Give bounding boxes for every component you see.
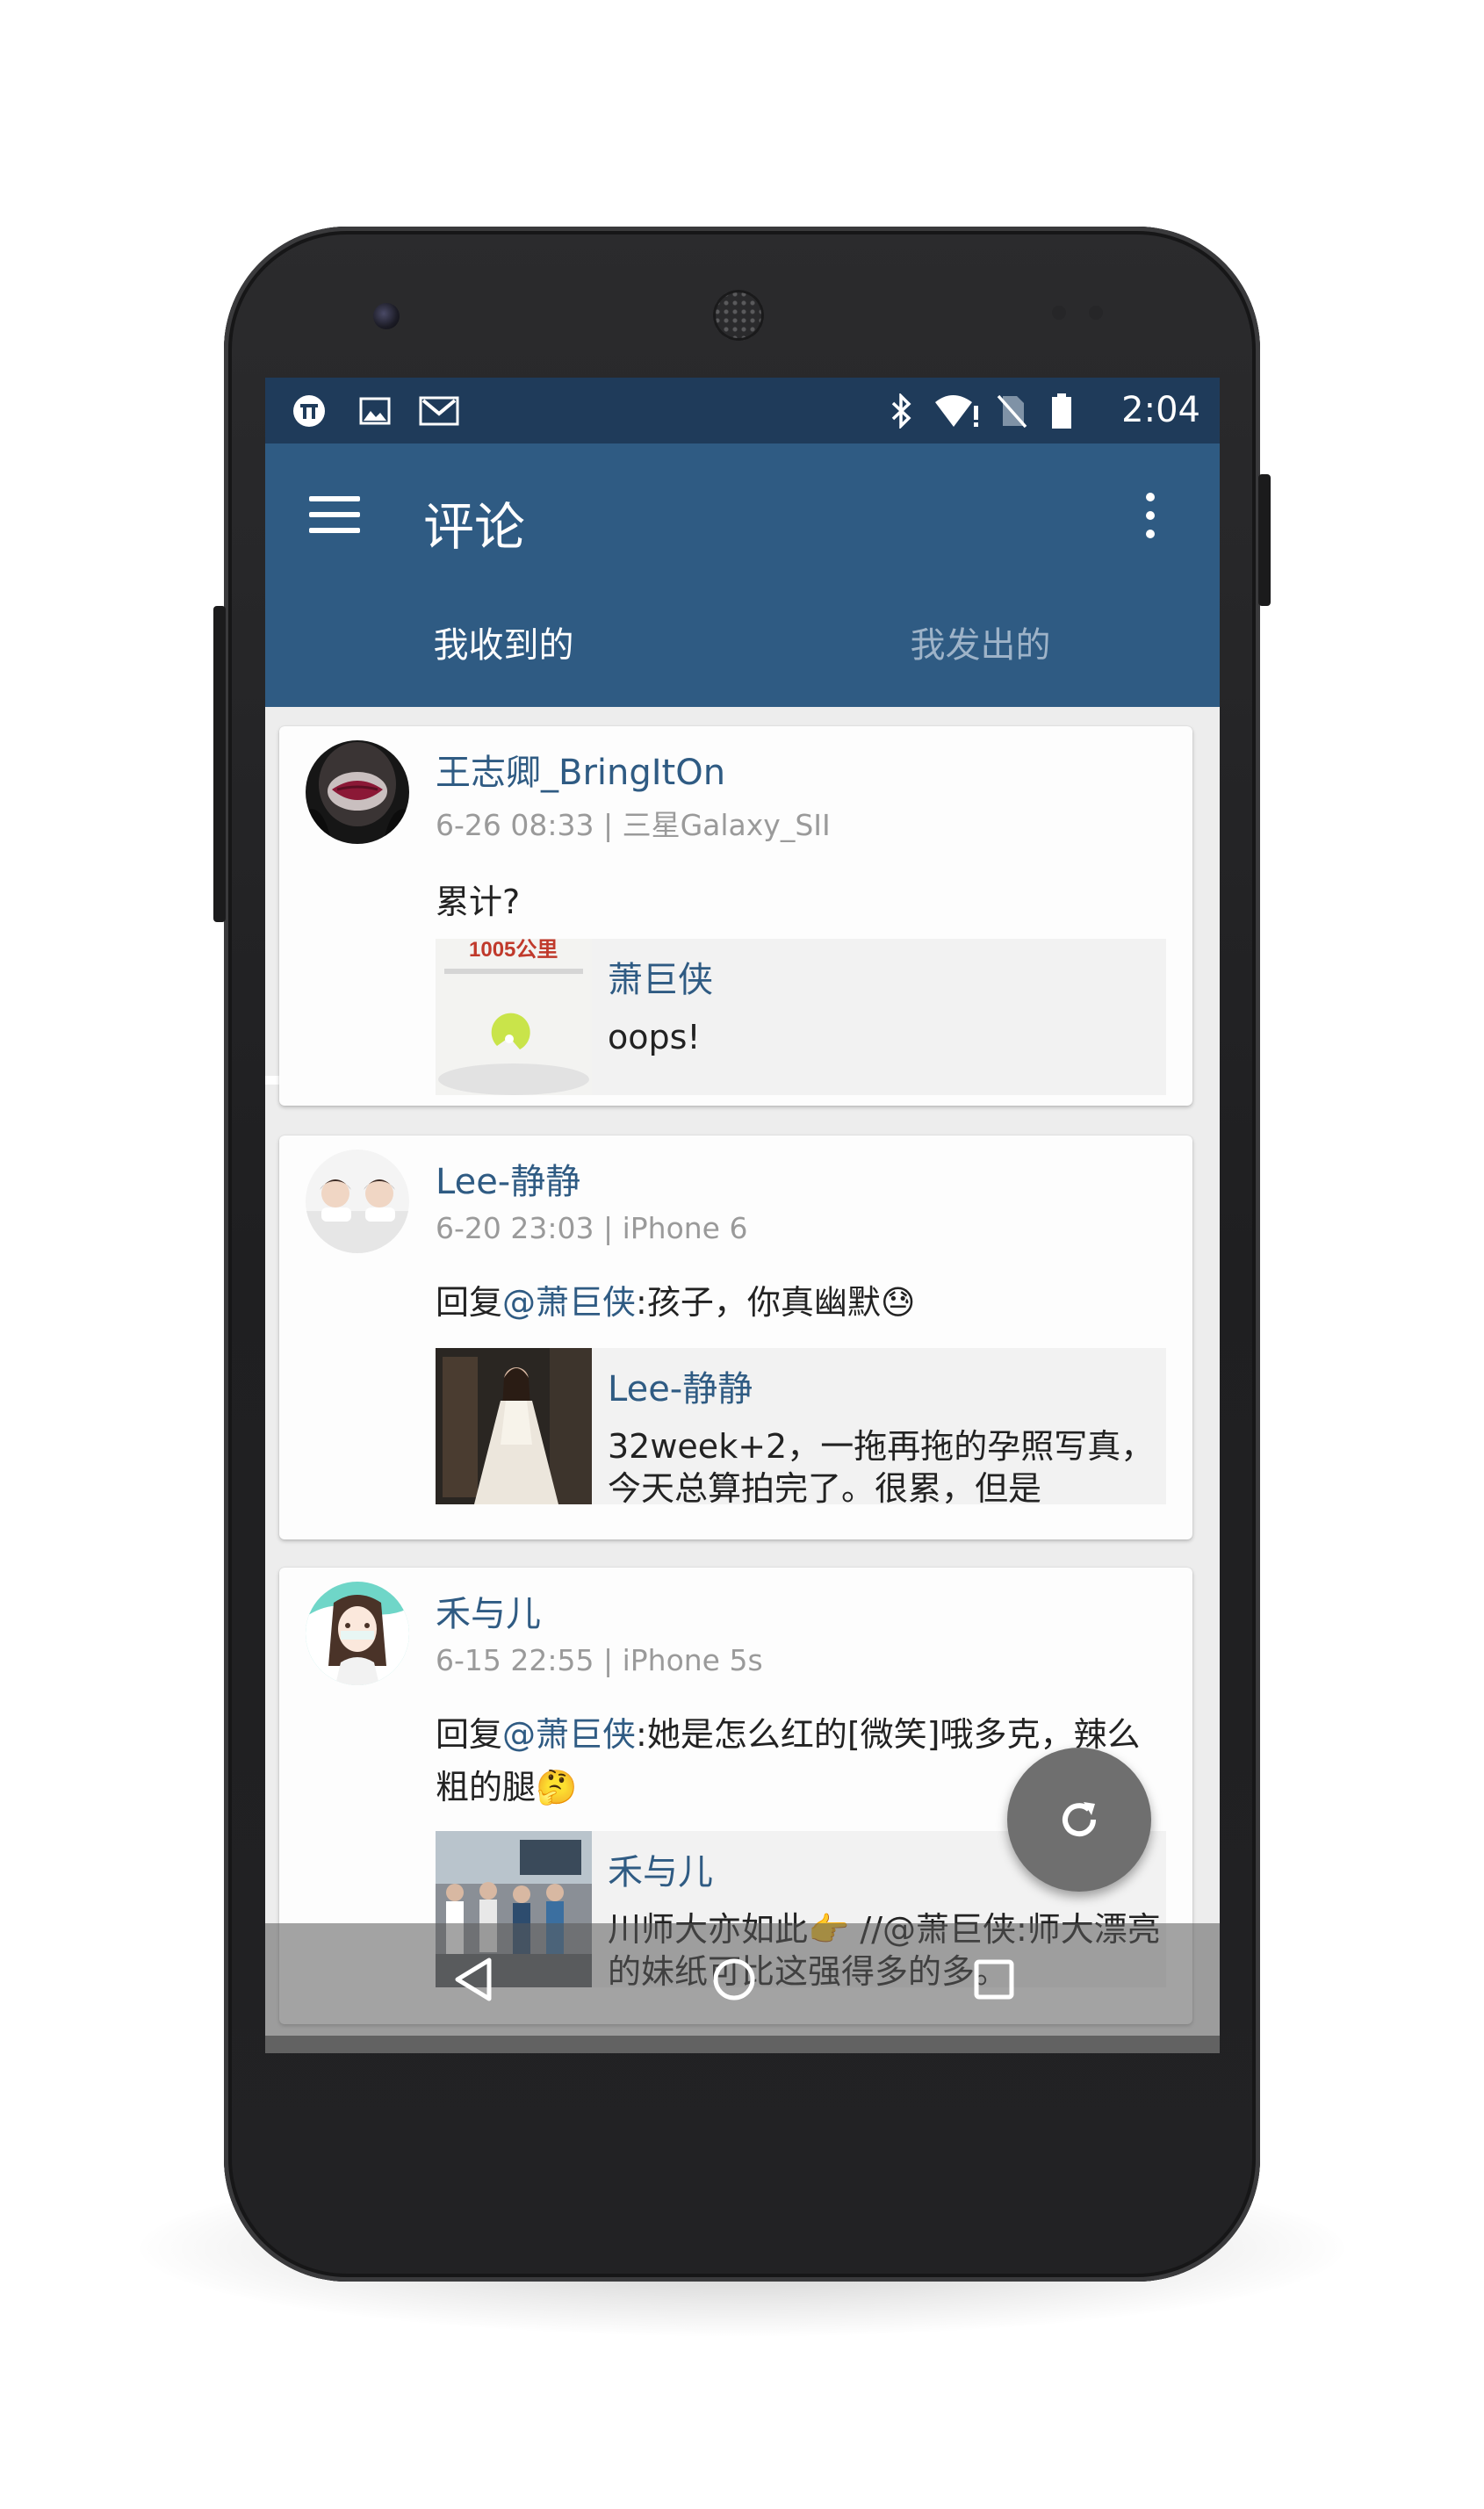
light-sensor bbox=[1089, 306, 1103, 320]
thumb-label: 1005公里 bbox=[469, 939, 558, 962]
comment-card[interactable]: Lee-静静 6-20 23:03 | iPhone 6 回复@萧巨侠:孩子，你… bbox=[279, 1136, 1192, 1539]
screen-edge bbox=[265, 2036, 1220, 2053]
tab-sent[interactable]: 我发出的 bbox=[742, 593, 1219, 698]
comment-username[interactable]: Lee-静静 bbox=[436, 1153, 580, 1204]
image-icon bbox=[357, 393, 393, 429]
page-title: 评论 bbox=[423, 497, 526, 557]
app-bar: 评论 我收到的 我发出的 bbox=[265, 443, 1220, 707]
quoted-post-thumbnail bbox=[436, 1348, 592, 1504]
tab-received[interactable]: 我收到的 bbox=[265, 593, 742, 698]
quoted-author[interactable]: Lee-静静 bbox=[608, 1360, 753, 1411]
avatar[interactable] bbox=[306, 1582, 409, 1685]
refresh-button[interactable] bbox=[1007, 1748, 1151, 1892]
comment-meta: 6-26 08:33 | 三星Galaxy_SII bbox=[436, 808, 831, 842]
no-sim-icon bbox=[994, 393, 1029, 429]
avatar[interactable] bbox=[306, 740, 409, 844]
reply-prefix: 回复 bbox=[436, 1715, 503, 1754]
comment-username[interactable]: 王志卿_BringItOn bbox=[436, 744, 725, 795]
pi-icon bbox=[292, 393, 327, 429]
screen: 2:04 评论 我收到的 我发出的 王志卿_BringItOn 6-26 08:… bbox=[265, 378, 1220, 2053]
power-button bbox=[1258, 474, 1271, 606]
earpiece-speaker bbox=[713, 290, 764, 341]
quoted-post-thumbnail: 1005公里 bbox=[436, 939, 592, 1095]
comment-card[interactable]: 王志卿_BringItOn 6-26 08:33 | 三星Galaxy_SII … bbox=[279, 726, 1192, 1106]
recents-icon[interactable] bbox=[966, 1951, 1022, 2008]
home-icon[interactable] bbox=[706, 1951, 762, 2008]
quoted-author[interactable]: 禾与儿 bbox=[608, 1843, 713, 1894]
wifi-icon bbox=[933, 393, 982, 429]
quoted-author[interactable]: 萧巨侠 bbox=[608, 951, 713, 1002]
overflow-menu-icon[interactable] bbox=[1143, 487, 1157, 545]
quoted-post[interactable]: 1005公里 萧巨侠 oops! bbox=[436, 939, 1166, 1095]
comment-meta: 6-15 22:55 | iPhone 5s bbox=[436, 1643, 763, 1677]
quoted-post[interactable]: Lee-静静 32week+2，一拖再拖的孕照写真，今天总算拍完了。很累，但是 bbox=[436, 1348, 1166, 1508]
comment-text: 回复@萧巨侠:孩子，你真幽默😓 bbox=[436, 1276, 1173, 1329]
bluetooth-icon bbox=[889, 393, 915, 429]
menu-icon[interactable] bbox=[309, 496, 362, 535]
reply-prefix: 回复 bbox=[436, 1283, 503, 1322]
status-bar: 2:04 bbox=[265, 378, 1220, 443]
battery-icon bbox=[1047, 393, 1077, 429]
avatar[interactable] bbox=[306, 1150, 409, 1253]
comment-meta: 6-20 23:03 | iPhone 6 bbox=[436, 1211, 748, 1245]
comment-text: 累计? bbox=[436, 883, 521, 921]
comment-username[interactable]: 禾与儿 bbox=[436, 1585, 541, 1636]
navigation-bar bbox=[265, 1923, 1220, 2036]
status-time: 2:04 bbox=[1121, 390, 1200, 430]
quoted-text: oops! bbox=[608, 1018, 701, 1056]
back-icon[interactable] bbox=[445, 1951, 501, 2008]
proximity-sensor bbox=[1052, 306, 1066, 320]
front-camera bbox=[373, 303, 400, 329]
gmail-icon bbox=[419, 393, 459, 429]
volume-button bbox=[213, 606, 226, 922]
refresh-icon bbox=[1063, 1802, 1097, 1837]
mention-link[interactable]: @萧巨侠 bbox=[502, 1715, 636, 1754]
mention-link[interactable]: @萧巨侠 bbox=[502, 1283, 636, 1322]
quoted-text: 32week+2，一拖再拖的孕照写真，今天总算拍完了。很累，但是 bbox=[608, 1427, 1155, 1508]
reply-text: :孩子，你真幽默😓 bbox=[636, 1283, 916, 1322]
